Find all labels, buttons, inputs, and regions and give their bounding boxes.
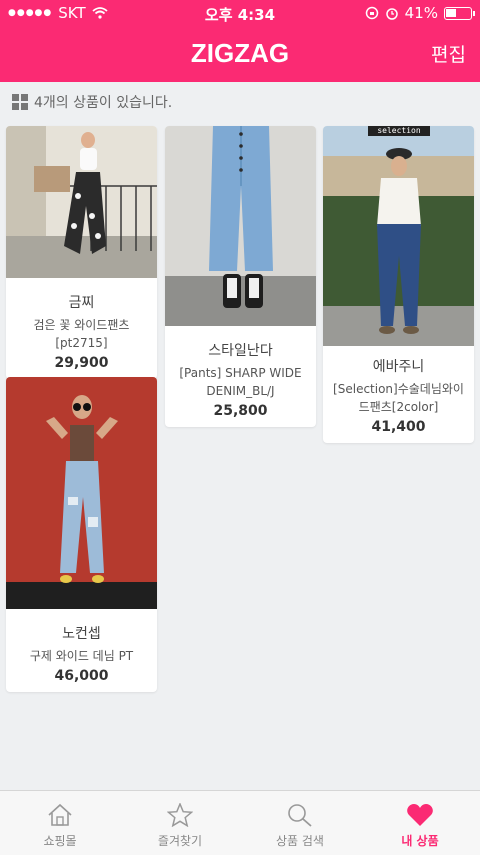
product-name-line2: [pt2715]	[55, 336, 108, 350]
store-name: 노컨셉	[62, 626, 101, 642]
product-card[interactable]: selection 에바주니 [Selection]수술데님와이 드팬츠[2co…	[323, 126, 474, 443]
heart-icon	[407, 804, 433, 826]
status-bar: ●●●●● SKT 오후 4:34 41%	[0, 0, 480, 26]
product-name-line2: 드팬츠[2color]	[358, 400, 439, 414]
tab-label: 내 상품	[401, 834, 439, 848]
product-image	[165, 126, 316, 326]
tab-bar: 쇼핑몰 즐겨찾기 상품 검색 내 상품	[0, 790, 480, 855]
product-price: 29,900	[54, 355, 109, 371]
product-image	[6, 377, 157, 609]
selection-badge: selection	[368, 126, 430, 136]
product-image	[323, 126, 474, 346]
store-name: 에바주니	[372, 359, 425, 375]
product-name: 구제 와이드 데님 PT	[29, 649, 134, 663]
tab-shopping-mall[interactable]: 쇼핑몰	[0, 791, 120, 855]
app-header: ●●●●● SKT 오후 4:34 41% ZIGZAG 편집	[0, 0, 480, 82]
product-name: 검은 꽃 와이드팬츠	[33, 318, 130, 332]
product-price: 41,400	[371, 419, 426, 435]
product-name-line2: DENIM_BL/J	[206, 384, 275, 398]
tab-label: 쇼핑몰	[43, 834, 77, 848]
battery-percent: 41%	[404, 4, 438, 22]
product-price: 46,000	[54, 668, 109, 684]
store-name: 스타일난다	[208, 343, 273, 359]
grid-view-icon[interactable]	[12, 94, 28, 110]
tab-product-search[interactable]: 상품 검색	[240, 791, 360, 855]
tab-favorites[interactable]: 즐겨찾기	[120, 791, 240, 855]
item-count-text: 4개의 상품이 있습니다.	[34, 95, 173, 111]
product-name: [Pants] SHARP WIDE	[179, 366, 302, 380]
product-name: [Selection]수술데님와이	[333, 382, 464, 396]
product-card[interactable]: 금찌 검은 꽃 와이드팬츠 [pt2715] 29,900	[6, 126, 157, 379]
item-count-bar: 4개의 상품이 있습니다.	[12, 92, 172, 112]
star-icon	[167, 803, 193, 827]
battery-icon	[444, 6, 475, 20]
app-logo: ZIGZAG	[190, 38, 290, 68]
product-price: 25,800	[213, 403, 268, 419]
tab-label: 즐겨찾기	[157, 834, 203, 848]
product-card[interactable]: 노컨셉 구제 와이드 데님 PT 46,000	[6, 377, 157, 692]
rotation-lock-icon	[365, 6, 378, 20]
search-icon	[288, 804, 312, 827]
product-image	[6, 126, 157, 278]
product-card[interactable]: 스타일난다 [Pants] SHARP WIDE DENIM_BL/J 25,8…	[165, 126, 316, 427]
alarm-icon	[385, 8, 398, 20]
store-name: 금찌	[68, 295, 95, 311]
tab-my-products[interactable]: 내 상품	[360, 791, 480, 855]
home-icon	[48, 803, 72, 826]
tab-label: 상품 검색	[276, 834, 324, 848]
edit-button[interactable]: 편집	[431, 40, 466, 67]
